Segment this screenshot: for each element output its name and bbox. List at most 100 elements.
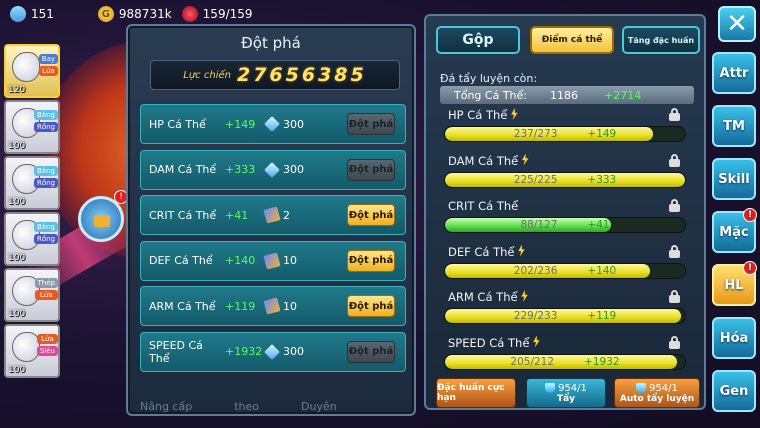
book-icon <box>263 206 281 224</box>
gem-counter: 151 <box>6 2 54 26</box>
lightning-icon <box>521 290 528 302</box>
apple-icon <box>181 6 198 22</box>
diamond-icon <box>6 2 30 26</box>
pokemon-slot[interactable]: Thép Lửa 100 <box>4 268 60 322</box>
notification-badge: ! <box>743 261 757 275</box>
stat-increase: +1932 <box>225 345 263 358</box>
stat-name: DAM Cá Thể <box>448 153 529 168</box>
type-tags: Băng Rồng <box>33 110 58 132</box>
type-tag: Rồng <box>33 122 58 132</box>
total-increase: +2714 <box>604 88 642 102</box>
breakthrough-button[interactable]: Đột phá <box>347 295 395 317</box>
power-value: 27656385 <box>236 64 367 86</box>
lock-icon[interactable] <box>669 244 680 258</box>
stat-progress-bar: 225/225 +333 <box>444 171 686 188</box>
tab-follow[interactable]: theo <box>234 400 259 413</box>
stat-row: DEF Cá Thể 202/236 +140 <box>440 244 694 289</box>
extreme-training-button[interactable]: Đặc huấn cực hạn <box>436 378 516 408</box>
breakthrough-button[interactable]: Đột phá <box>347 113 395 135</box>
tab-upgrade[interactable]: Nâng cấp <box>140 400 192 413</box>
type-tag: Rồng <box>33 178 58 188</box>
pokemon-slot[interactable]: Băng Rồng 100 <box>4 156 60 210</box>
stat-progress-bar: 237/273 +149 <box>444 126 686 142</box>
cost-value: 300 <box>283 163 304 176</box>
type-tag: Băng <box>33 222 58 232</box>
breakthrough-row: SPEED Cá Thể +1932 300 Đột phá <box>140 331 406 372</box>
stat-progress-bar: 229/233 +119 <box>444 308 686 324</box>
pokemon-portrait <box>12 52 40 82</box>
tab-bond[interactable]: Duyên <box>301 400 337 413</box>
lightning-icon <box>522 153 529 166</box>
stat-row: DAM Cá Thể 225/225 +333 <box>440 153 694 198</box>
gold-counter: G 988731k <box>97 6 172 22</box>
gem-value: 151 <box>31 7 54 21</box>
side-tab-3[interactable]: Skill <box>712 158 756 200</box>
type-tag: Băng <box>33 110 58 120</box>
stat-increase: +119 <box>225 299 256 313</box>
pokemon-slot[interactable]: Băng Rồng 100 <box>4 212 60 266</box>
stat-row: ARM Cá Thể 229/233 +119 <box>440 290 694 334</box>
stat-progress-bar: 88/127 +41 <box>444 217 686 233</box>
stat-row: CRIT Cá Thể 88/127 +41 <box>440 199 694 243</box>
stat-row: HP Cá Thể 237/273 +149 <box>440 108 694 152</box>
side-tab-2[interactable]: TM <box>712 105 756 147</box>
lock-icon[interactable] <box>669 290 680 303</box>
side-tab-7[interactable]: Gen <box>712 370 756 412</box>
progress-text: 225/225 +333 <box>513 173 617 186</box>
tab-merge[interactable]: Gộp <box>436 26 520 54</box>
breakthrough-button[interactable]: Đột phá <box>347 204 395 226</box>
pokemon-level: 100 <box>8 365 26 375</box>
side-tab-5[interactable]: HL! <box>712 261 757 306</box>
stat-increase: +149 <box>225 117 256 131</box>
tab-individual-points[interactable]: Điểm cá thể <box>530 26 614 54</box>
type-tags: Băng Rồng <box>33 222 58 244</box>
cost-value: 300 <box>283 345 304 358</box>
remaining-stones-label: Đá tẩy luyện còn: <box>440 72 538 85</box>
total-stats: Tổng Cá Thể: 1186 +2714 <box>440 86 694 104</box>
stat-increase: +333 <box>225 163 256 176</box>
stat-progress-bar: 202/236 +140 <box>444 262 686 279</box>
bottom-tabs: Nâng cấp theo Duyên <box>140 400 337 413</box>
pokemon-slot[interactable]: Bay Lửa 120 <box>4 44 60 98</box>
cost-value: 10 <box>283 254 297 267</box>
notification-badge: ! <box>743 208 757 222</box>
type-tags: Lửa Siêu <box>36 334 58 356</box>
total-value: 1186 <box>550 88 578 102</box>
lock-icon[interactable] <box>669 108 680 121</box>
stat-progress-bar: 205/212 +1932 <box>444 353 686 370</box>
side-tab-1[interactable]: Attr <box>712 52 756 94</box>
lock-icon[interactable] <box>669 199 680 212</box>
pokemon-level: 120 <box>8 85 26 95</box>
stat-name: HP Cá Thể <box>149 117 206 131</box>
gold-coin-icon: G <box>97 6 114 22</box>
pokemon-slot[interactable]: Lửa Siêu 100 <box>4 324 60 378</box>
type-tag: Lửa <box>34 290 58 300</box>
type-tag: Băng <box>33 166 58 176</box>
stat-name: CRIT Cá Thể <box>448 199 519 213</box>
progress-text: 205/212 +1932 <box>510 355 620 368</box>
pokemon-list: Bay Lửa 120 Băng Rồng 100 Băng Rồng 100 Băn… <box>4 44 62 380</box>
tab-special-training[interactable]: Tăng đặc huấn <box>622 26 700 54</box>
auto-wash-button[interactable]: 954/1 Auto tẩy luyện <box>614 378 700 408</box>
lock-icon[interactable] <box>669 153 680 167</box>
side-tab-6[interactable]: Hóa <box>712 317 756 359</box>
pokemon-slot[interactable]: Băng Rồng 100 <box>4 100 60 154</box>
pokemon-level: 100 <box>8 253 26 263</box>
breakthrough-button[interactable]: Đột phá <box>347 340 395 363</box>
side-tab-4[interactable]: Mặc! <box>712 208 757 253</box>
breakthrough-row: DEF Cá Thể +140 10 Đột phá <box>140 240 406 281</box>
breakthrough-row: DAM Cá Thể +333 300 Đột phá <box>140 149 406 190</box>
close-button[interactable]: ✕ <box>718 6 756 42</box>
type-tag: Rồng <box>33 234 58 244</box>
breakthrough-panel: Đột phá Lực chiến 27656385 HP Cá Thể +14… <box>126 24 416 416</box>
pokemon-level: 100 <box>8 197 26 207</box>
breakthrough-button[interactable]: Đột phá <box>347 249 395 272</box>
type-tag: Lửa <box>36 334 58 344</box>
lock-icon[interactable] <box>669 335 680 349</box>
type-tag: Thép <box>34 278 58 288</box>
cost-value: 2 <box>283 208 290 222</box>
breakthrough-row: ARM Cá Thể +119 10 Đột phá <box>140 286 406 326</box>
breakthrough-button[interactable]: Đột phá <box>347 158 395 181</box>
book-icon <box>263 251 281 270</box>
wash-button[interactable]: 954/1 Tẩy <box>526 378 606 408</box>
